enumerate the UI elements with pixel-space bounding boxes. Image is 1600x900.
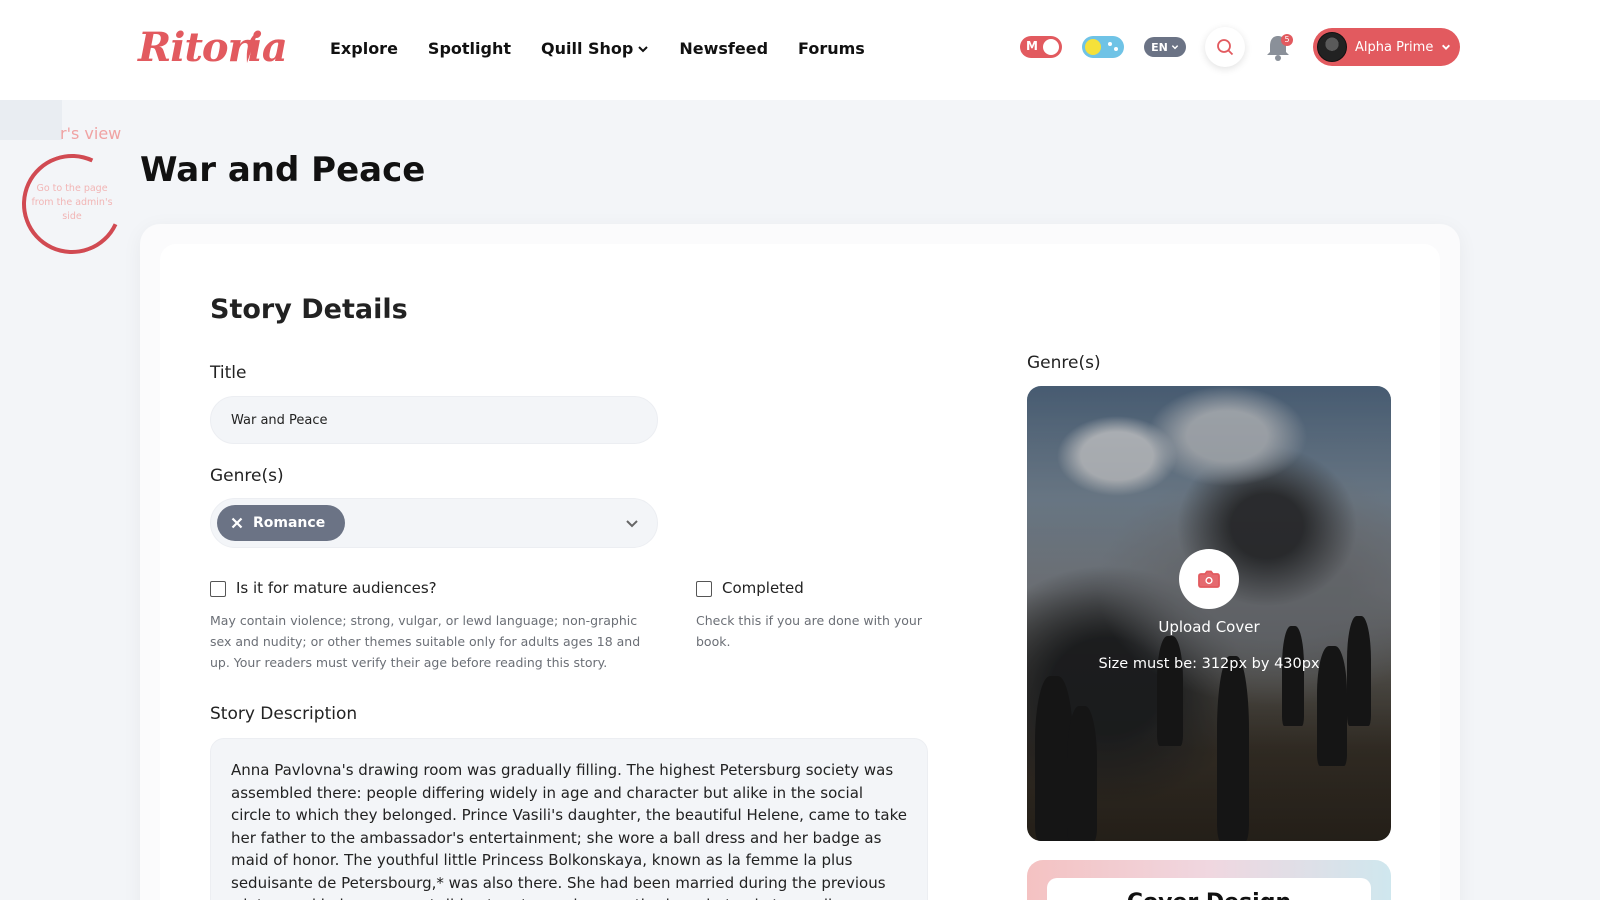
search-icon (1217, 39, 1234, 56)
mature-checkbox[interactable] (210, 581, 226, 597)
nav-spotlight[interactable]: Spotlight (428, 39, 511, 58)
language-selector[interactable]: EN (1144, 37, 1186, 57)
user-name: Alpha Prime (1355, 39, 1434, 55)
upload-cover-button[interactable] (1179, 549, 1239, 609)
chevron-down-icon (638, 45, 649, 52)
star-icon (1114, 47, 1118, 51)
mature-content-toggle[interactable]: M (1020, 36, 1062, 58)
star-icon (1108, 42, 1112, 46)
admin-strip (0, 100, 62, 140)
cover-design-heading: Cover Design (1047, 878, 1371, 900)
cover-upload-area[interactable] (1027, 386, 1391, 841)
cover-genre-label: Genre(s) (1027, 353, 1101, 373)
genre-chip-label: Romance (253, 515, 326, 531)
title-input[interactable] (210, 396, 658, 444)
mature-help: May contain violence; strong, vulgar, or… (210, 613, 641, 670)
genre-chip[interactable]: Romance (217, 505, 346, 541)
chevron-down-icon[interactable] (625, 519, 639, 529)
ritoria-logo[interactable]: Ritoria (138, 24, 288, 71)
page-title: War and Peace (140, 150, 426, 190)
feather-icon (246, 31, 258, 63)
mature-label: Is it for mature audiences? (236, 579, 437, 597)
close-icon[interactable] (231, 517, 243, 529)
nav-newsfeed[interactable]: Newsfeed (679, 39, 768, 58)
admin-view-hint[interactable]: Go to the page from the admin's side (30, 182, 114, 224)
main-nav: Explore Spotlight Quill Shop Newsfeed Fo… (330, 39, 865, 58)
completed-label: Completed (722, 579, 804, 597)
nav-quill-shop[interactable]: Quill Shop (541, 39, 649, 58)
section-title: Story Details (210, 294, 408, 325)
language-label: EN (1151, 40, 1168, 54)
admin-view-label: r's view (60, 124, 122, 143)
description-textarea[interactable]: Anna Pavlovna's drawing room was gradual… (210, 738, 928, 900)
sun-icon (1085, 39, 1101, 55)
completed-help: Check this if you are done with your boo… (696, 613, 922, 649)
mature-toggle-label: M (1026, 39, 1038, 53)
description-label: Story Description (210, 704, 358, 724)
nav-forums[interactable]: Forums (798, 39, 865, 58)
notification-badge: 5 (1281, 34, 1293, 46)
top-header: Ritoria Explore Spotlight Quill Shop New… (0, 0, 1600, 100)
avatar (1317, 32, 1347, 62)
title-label: Title (210, 363, 247, 383)
cover-size-hint: Size must be: 312px by 430px (1098, 656, 1320, 672)
toggle-knob (1043, 39, 1059, 55)
upload-cover-label: Upload Cover (1158, 618, 1260, 636)
nav-explore[interactable]: Explore (330, 39, 398, 58)
genre-select[interactable]: Romance (210, 498, 658, 548)
search-button[interactable] (1205, 27, 1245, 67)
completed-checkbox[interactable] (696, 581, 712, 597)
user-menu[interactable]: Alpha Prime (1313, 28, 1460, 66)
chevron-down-icon (1171, 45, 1179, 50)
chevron-down-icon (1442, 44, 1451, 50)
camera-icon (1198, 570, 1220, 588)
genre-label: Genre(s) (210, 466, 284, 486)
theme-toggle[interactable] (1082, 36, 1124, 58)
